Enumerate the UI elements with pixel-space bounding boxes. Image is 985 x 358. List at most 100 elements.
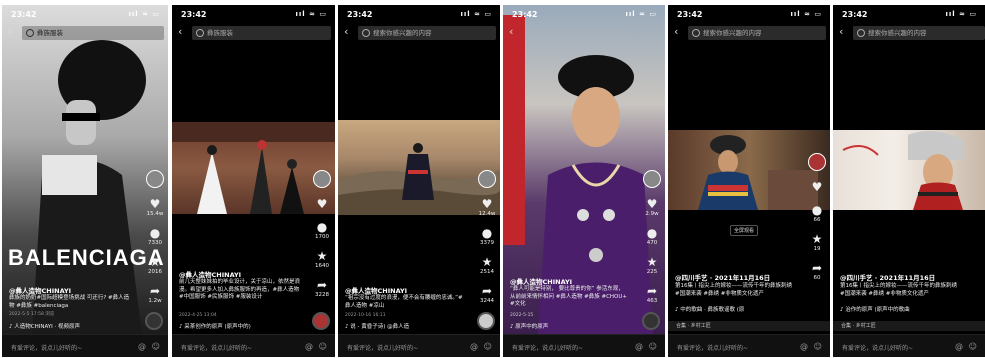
- back-icon[interactable]: ‹: [344, 25, 348, 38]
- music-info[interactable]: ♪ 采茶创作的原声 (原声中的): [179, 322, 251, 330]
- brand-logo: BALENCIAGA: [8, 245, 165, 270]
- share-icon[interactable]: ➦: [311, 279, 333, 292]
- comment-bar[interactable]: 有爱评论，说点儿好听的~ @ ☺: [2, 334, 168, 357]
- author-handle[interactable]: @彝人造物CHINAYI: [345, 285, 407, 295]
- back-icon[interactable]: ‹: [8, 25, 12, 38]
- emoji-icon[interactable]: ☺: [484, 342, 492, 351]
- status-time: 23:42: [512, 10, 538, 19]
- fullscreen-button[interactable]: 全屏观看: [730, 225, 759, 236]
- back-icon[interactable]: ‹: [178, 25, 182, 38]
- post-date: 2022-10-16 16:11: [345, 313, 386, 318]
- search-bar[interactable]: ‹ 搜索你感兴趣的内容: [672, 25, 826, 40]
- star-icon[interactable]: ★: [476, 256, 498, 269]
- status-bar: 23:42 ııl ≈ ▭: [503, 5, 665, 23]
- avatar[interactable]: [808, 153, 826, 171]
- avatar[interactable]: [478, 170, 496, 188]
- comment-input[interactable]: 有爱评论，说点儿好听的~: [11, 343, 82, 352]
- back-icon[interactable]: ‹: [509, 25, 513, 38]
- status-icons: ııl ≈ ▭: [790, 10, 822, 18]
- comment-icon[interactable]: ●: [641, 227, 663, 240]
- music-info[interactable]: ♪ 中的歌曲 · 彝族歌谣歌 (原: [675, 305, 744, 313]
- music-info[interactable]: ♪ 治作的原声 (原声中的歌曲: [840, 305, 910, 313]
- heart-icon[interactable]: ♥: [311, 198, 333, 211]
- star-icon[interactable]: ★: [641, 256, 663, 269]
- mention-icon[interactable]: @: [138, 342, 146, 351]
- author-handle[interactable]: @四川手艺 · 2021年11月16日: [840, 272, 935, 282]
- collection-bar[interactable]: 合集 · 乡村工匠: [833, 321, 985, 331]
- music-info[interactable]: ♪ 原声中的原声: [510, 322, 548, 330]
- status-icons: ııl ≈ ▭: [945, 10, 977, 18]
- heart-icon[interactable]: ♥: [806, 181, 828, 194]
- phone-6: 23:42 ııl ≈ ▭ ‹ 搜索你感兴趣的内容 @四川手艺 · 2021年1…: [833, 5, 985, 357]
- search-input[interactable]: 搜索你感兴趣的内容: [688, 26, 826, 40]
- mention-icon[interactable]: @: [635, 342, 643, 351]
- collection-bar[interactable]: 合集 · 乡村工匠: [668, 321, 830, 331]
- avatar[interactable]: [146, 170, 164, 188]
- music-disc-icon[interactable]: [642, 312, 660, 330]
- comment-bar[interactable]: 有爱评论，说点儿好听的~ @ ☺: [172, 334, 335, 357]
- search-input[interactable]: 搜索你感兴趣的内容: [853, 26, 985, 40]
- share-icon[interactable]: ➦: [641, 285, 663, 298]
- back-icon[interactable]: ‹: [674, 25, 678, 38]
- comment-input[interactable]: 有爱评论，说点儿好听的~: [677, 343, 748, 352]
- author-handle[interactable]: @彝人造物CHINAYI: [179, 269, 241, 279]
- music-disc-icon[interactable]: [477, 312, 495, 330]
- emoji-icon[interactable]: ☺: [152, 342, 160, 351]
- comment-icon[interactable]: ●: [806, 204, 828, 217]
- mention-icon[interactable]: @: [800, 342, 808, 351]
- comment-bar[interactable]: 有爱评论，说点儿好听的~ @ ☺: [668, 334, 830, 357]
- search-bar[interactable]: ‹ 搜索你感兴趣的内容: [837, 25, 985, 40]
- mention-icon[interactable]: @: [470, 342, 478, 351]
- comment-icon[interactable]: ●: [144, 227, 166, 240]
- back-icon[interactable]: ‹: [839, 25, 843, 38]
- emoji-icon[interactable]: ☺: [969, 342, 977, 351]
- comment-input[interactable]: 有爱评论，说点儿好听的~: [842, 343, 913, 352]
- comment-icon[interactable]: ●: [476, 227, 498, 240]
- music-disc-icon[interactable]: [145, 312, 163, 330]
- music-info[interactable]: ♪ 人造物CHINAYI · 视频原声: [9, 322, 80, 330]
- comment-bar[interactable]: 有爱评论，说点儿好听的~ @ ☺: [833, 334, 985, 357]
- heart-icon[interactable]: ♥: [476, 198, 498, 211]
- post-date: 2022-5-5 17:58 浏览: [9, 312, 55, 317]
- mention-icon[interactable]: @: [305, 342, 313, 351]
- mention-icon[interactable]: @: [955, 342, 963, 351]
- search-input[interactable]: 搜索你感兴趣的内容: [358, 26, 496, 40]
- star-icon[interactable]: ★: [311, 250, 333, 263]
- author-handle[interactable]: @彝人造物CHINAYI: [510, 276, 572, 286]
- search-bar[interactable]: ‹: [507, 25, 661, 40]
- music-disc-icon[interactable]: [312, 312, 330, 330]
- share-icon[interactable]: ➦: [806, 262, 828, 275]
- share-count: 1.2w: [148, 298, 162, 304]
- search-icon: [362, 29, 370, 37]
- heart-icon[interactable]: ♥: [144, 198, 166, 211]
- search-input[interactable]: 彝族服装: [22, 26, 164, 40]
- search-bar[interactable]: ‹ 彝族服装: [176, 25, 331, 40]
- comment-bar[interactable]: 有爱评论，说点儿好听的~ @ ☺: [503, 334, 665, 357]
- emoji-icon[interactable]: ☺: [319, 342, 327, 351]
- search-bar[interactable]: ‹ 彝族服装: [6, 25, 164, 40]
- author-handle[interactable]: @彝人造物CHINAYI: [9, 285, 71, 295]
- emoji-icon[interactable]: ☺: [814, 342, 822, 351]
- search-icon: [26, 29, 34, 37]
- share-icon[interactable]: ➦: [144, 285, 166, 298]
- video-player[interactable]: [833, 130, 985, 210]
- status-icons: ııl ≈ ▭: [295, 10, 327, 18]
- avatar[interactable]: [643, 170, 661, 188]
- heart-icon[interactable]: ♥: [641, 198, 663, 211]
- comment-icon[interactable]: ●: [311, 221, 333, 234]
- comment-bar[interactable]: 有爱评论，说点儿好听的~ @ ☺: [338, 334, 500, 357]
- comment-input[interactable]: 有爱评论，说点儿好听的~: [181, 343, 252, 352]
- comment-input[interactable]: 有爱评论，说点儿好听的~: [512, 343, 583, 352]
- phone-1: 23:42 ııl ≈ ▭ ‹ 彝族服装 BALENCIAGA ♥ 15.4w ●…: [2, 5, 168, 357]
- author-handle[interactable]: @四川手艺 · 2021年11月16日: [675, 272, 770, 282]
- emoji-icon[interactable]: ☺: [649, 342, 657, 351]
- comment-input[interactable]: 有爱评论，说点儿好听的~: [347, 343, 418, 352]
- avatar[interactable]: [313, 170, 331, 188]
- search-input[interactable]: 彝族服装: [192, 26, 331, 40]
- share-icon[interactable]: ➦: [476, 285, 498, 298]
- search-bar[interactable]: ‹ 搜索你感兴趣的内容: [342, 25, 496, 40]
- action-rail: ♥ 15.4w ● 7330 ★ 2016 ➦ 1.2w: [144, 170, 166, 314]
- star-icon[interactable]: ★: [144, 256, 166, 269]
- star-icon[interactable]: ★: [806, 233, 828, 246]
- music-info[interactable]: ♪ 说 - 黄昏子诗) @彝人造: [345, 322, 409, 330]
